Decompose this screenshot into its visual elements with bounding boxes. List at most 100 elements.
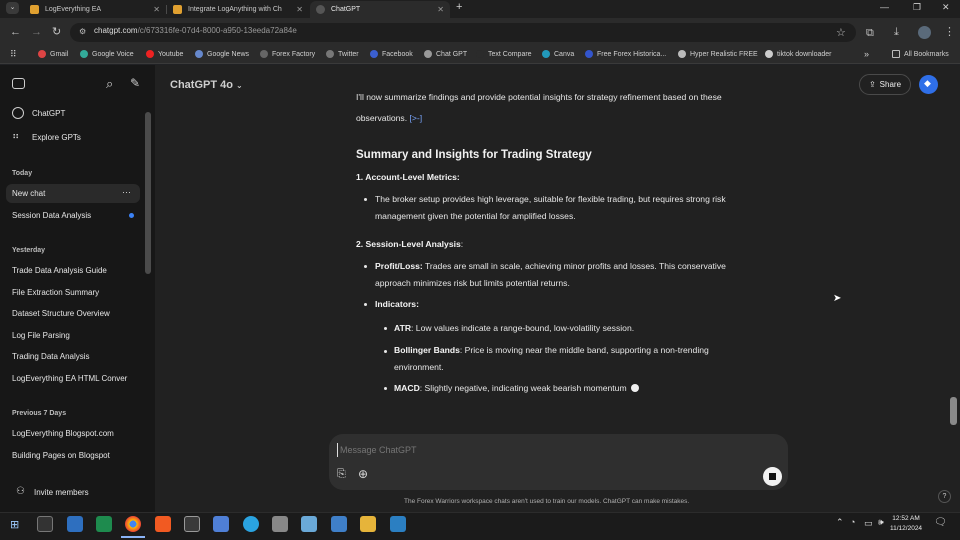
app-icon[interactable]: [331, 516, 347, 532]
telegram-icon[interactable]: [243, 516, 259, 532]
sidebar-item-logeverything-blogspot[interactable]: LogEverything Blogspot.com: [12, 429, 114, 438]
back-icon[interactable]: ←: [10, 25, 21, 39]
attach-icon[interactable]: ⎘: [337, 468, 346, 481]
bookmark-facebook[interactable]: Facebook: [370, 50, 413, 58]
main-scrollbar[interactable]: [950, 397, 957, 425]
bookmark-twitter[interactable]: Twitter: [326, 50, 359, 58]
globe-icon[interactable]: ⊕: [358, 467, 368, 481]
intro-text-line1: I'll now summarize findings and provide …: [356, 93, 722, 102]
tab-logeverything[interactable]: LogEverything EA ✕: [24, 1, 166, 18]
sidebar-item-dataset-structure[interactable]: Dataset Structure Overview: [12, 309, 110, 318]
message-input[interactable]: [337, 443, 737, 457]
bookmark-google-news[interactable]: Google News: [195, 50, 249, 58]
sidebar-item-building-pages[interactable]: Building Pages on Blogspot: [12, 451, 110, 460]
sidebar-item-new-chat[interactable]: New chat: [12, 189, 45, 198]
minimize-icon[interactable]: —: [880, 2, 889, 12]
url-text[interactable]: chatgpt.com/c/673316fe-07d4-8000-a950-13…: [94, 26, 297, 35]
profit-loss-line2: approach minimizes risk but limits poten…: [375, 278, 570, 288]
bookmark-youtube[interactable]: Youtube: [146, 50, 183, 58]
site-info-icon[interactable]: ⚙: [79, 27, 86, 36]
file-explorer-icon[interactable]: [360, 516, 376, 532]
profile-avatar[interactable]: [918, 26, 931, 39]
app-icon[interactable]: [390, 516, 406, 532]
share-icon: ⇪: [868, 80, 876, 89]
notifications-icon[interactable]: 🗨: [934, 517, 947, 528]
section1-title: 1. Account-Level Metrics:: [356, 172, 460, 182]
chrome-active-indicator: [121, 536, 145, 538]
app-icon[interactable]: [213, 516, 229, 532]
sidebar-item-trading-data-analysis[interactable]: Trading Data Analysis: [12, 352, 90, 361]
sidebar-item-explore-gpts[interactable]: Explore GPTs: [32, 133, 81, 142]
macd-item: MACD: Slightly negative, indicating weak…: [394, 380, 640, 397]
citation-link[interactable]: [>-]: [410, 113, 423, 123]
sidebar-toggle-icon[interactable]: [12, 78, 25, 89]
tab-title: LogEverything EA: [45, 6, 102, 13]
excel-icon[interactable]: [96, 516, 112, 532]
sidebar-scrollbar[interactable]: [145, 112, 151, 274]
model-selector[interactable]: ChatGPT 4o ⌄: [170, 79, 243, 91]
browser-tab-strip: ⌄ LogEverything EA ✕ Integrate LogAnythi…: [0, 0, 960, 18]
sidebar-item-file-extraction[interactable]: File Extraction Summary: [12, 288, 99, 297]
tab-search-icon[interactable]: ⌄: [6, 2, 19, 14]
new-chat-icon[interactable]: ✎: [130, 76, 140, 90]
bookmark-text-compare[interactable]: Text Compare: [476, 50, 532, 58]
section2-title: 2. Session-Level Analysis:: [356, 239, 464, 249]
bookmark-forex-factory[interactable]: Forex Factory: [260, 50, 315, 58]
bookmark-hyper-realistic[interactable]: Hyper Realistic FREE: [678, 50, 758, 58]
terminal-icon[interactable]: [37, 516, 53, 532]
sidebar-item-logeverything-html[interactable]: LogEverything EA HTML Conver: [12, 374, 134, 383]
network-icon[interactable]: ◔: [850, 517, 855, 527]
share-button[interactable]: ⇪ Share: [859, 74, 911, 95]
brave-icon[interactable]: [155, 516, 171, 532]
search-icon[interactable]: ⌕: [106, 76, 113, 92]
volume-icon[interactable]: 🕪: [878, 517, 884, 528]
app-icon[interactable]: [184, 516, 200, 532]
bookmark-gmail[interactable]: Gmail: [38, 50, 68, 58]
bookmark-forex-historical[interactable]: Free Forex Historica...: [585, 50, 666, 58]
menu-icon[interactable]: ⋮: [944, 25, 955, 39]
tab-integrate[interactable]: Integrate LogAnything with Ch ✕: [167, 1, 309, 18]
app-icon[interactable]: [301, 516, 317, 532]
restore-icon[interactable]: ❐: [913, 2, 921, 13]
chrome-icon[interactable]: [125, 516, 141, 532]
sidebar-item-log-file-parsing[interactable]: Log File Parsing: [12, 331, 70, 340]
close-icon[interactable]: ✕: [296, 5, 303, 14]
battery-icon[interactable]: ▭: [864, 518, 873, 529]
footer-disclaimer: The Forex Warriors workspace chats aren'…: [404, 498, 690, 505]
sidebar-item-trade-data[interactable]: Trade Data Analysis Guide: [12, 266, 107, 275]
more-bookmarks-icon[interactable]: »: [864, 49, 869, 59]
window-close-icon[interactable]: ✕: [942, 2, 950, 13]
sidebar-item-session-data-analysis[interactable]: Session Data Analysis: [12, 211, 91, 220]
bookmark-star-icon[interactable]: ☆: [836, 26, 846, 40]
app-icon[interactable]: [67, 516, 83, 532]
section1-bullet-line1: The broker setup provides high leverage,…: [375, 194, 726, 204]
bollinger-item-line2: environment.: [394, 362, 444, 372]
tab-chatgpt[interactable]: ChatGPT ✕: [310, 1, 450, 18]
sidebar-item-chatgpt[interactable]: ChatGPT: [32, 109, 65, 118]
help-button[interactable]: ?: [938, 490, 951, 503]
clock[interactable]: 12:52 AM 11/12/2024: [890, 514, 922, 534]
windows-start-icon[interactable]: ⊞: [10, 518, 19, 531]
close-icon[interactable]: ✕: [437, 5, 444, 14]
diamond-icon: ◆: [924, 78, 931, 88]
reload-icon[interactable]: ↻: [52, 25, 61, 39]
apps-icon[interactable]: ⠿: [10, 49, 17, 60]
bookmark-canva[interactable]: Canva: [542, 50, 574, 58]
summary-heading: Summary and Insights for Trading Strateg…: [356, 149, 592, 161]
bookmark-google-voice[interactable]: Google Voice: [80, 50, 134, 58]
close-icon[interactable]: ✕: [153, 5, 160, 14]
section1-bullet-line2: management given the potential for ampli…: [375, 211, 576, 221]
invite-members-button[interactable]: Invite members: [34, 488, 89, 497]
section-heading-yesterday: Yesterday: [12, 247, 46, 254]
all-bookmarks[interactable]: All Bookmarks: [892, 50, 949, 58]
extensions-icon[interactable]: ⧉: [866, 26, 874, 40]
more-options-icon[interactable]: ···: [122, 187, 131, 197]
bookmark-chatgpt[interactable]: Chat GPT: [424, 50, 467, 58]
bookmark-tiktok[interactable]: tiktok downloader: [765, 50, 831, 58]
tray-chevron-icon[interactable]: ⌃: [836, 517, 844, 528]
download-icon[interactable]: ⤓: [894, 25, 899, 39]
app-icon[interactable]: [272, 516, 288, 532]
forward-icon[interactable]: →: [31, 25, 42, 39]
tab-title: Integrate LogAnything with Ch: [188, 6, 282, 13]
new-tab-button[interactable]: +: [456, 1, 462, 13]
